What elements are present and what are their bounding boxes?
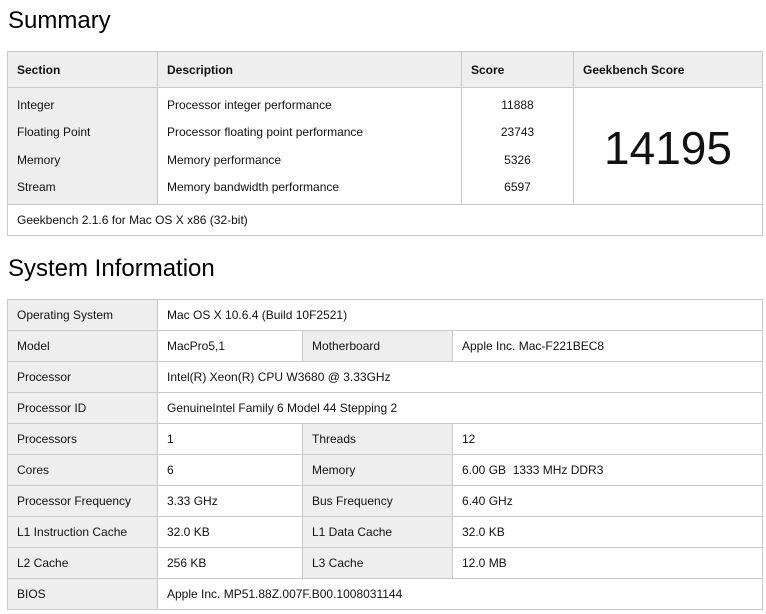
memory-label: Memory <box>302 454 453 486</box>
table-row: Operating System Mac OS X 10.6.4 (Build … <box>7 299 764 331</box>
table-row: Processor ID GenuineIntel Family 6 Model… <box>7 392 764 424</box>
processor-frequency-label: Processor Frequency <box>7 485 158 517</box>
cores-label: Cores <box>7 454 158 486</box>
description-cell: Memory performance <box>157 146 462 174</box>
geekbench-score-value: 14195 <box>573 87 763 205</box>
column-header-section: Section <box>7 51 158 88</box>
l1-instruction-cache-label: L1 Instruction Cache <box>7 516 158 548</box>
l2-cache-label: L2 Cache <box>7 547 158 579</box>
processors-label: Processors <box>7 423 158 455</box>
summary-header-row: Section Description Score Geekbench Scor… <box>7 51 763 88</box>
processor-value: Intel(R) Xeon(R) CPU W3680 @ 3.33GHz <box>156 361 764 393</box>
bus-frequency-value: 6.40 GHz <box>451 485 764 517</box>
operating-system-value: Mac OS X 10.6.4 (Build 10F2521) <box>156 299 764 331</box>
bios-value: Apple Inc. MP51.88Z.007F.B00.1008031144 <box>156 578 764 610</box>
l3-cache-value: 12.0 MB <box>451 547 764 579</box>
column-header-score: Score <box>461 51 574 88</box>
processor-id-label: Processor ID <box>7 392 158 424</box>
threads-value: 12 <box>451 423 764 455</box>
table-row: Model MacPro5,1 Motherboard Apple Inc. M… <box>7 330 764 362</box>
bios-label: BIOS <box>7 578 158 610</box>
processors-value: 1 <box>157 423 303 455</box>
threads-label: Threads <box>302 423 453 455</box>
table-row: BIOS Apple Inc. MP51.88Z.007F.B00.100803… <box>7 578 764 610</box>
bus-frequency-label: Bus Frequency <box>302 485 453 517</box>
section-cell: Stream <box>7 174 158 205</box>
processor-frequency-value: 3.33 GHz <box>157 485 303 517</box>
table-row: Cores 6 Memory 6.00 GB 1333 MHz DDR3 <box>7 454 764 486</box>
geekbench-version: Geekbench 2.1.6 for Mac OS X x86 (32-bit… <box>7 204 763 236</box>
section-cell: Floating Point <box>7 118 158 146</box>
l1-data-cache-label: L1 Data Cache <box>302 516 453 548</box>
score-cell: 5326 <box>461 146 574 174</box>
l1-instruction-cache-value: 32.0 KB <box>157 516 303 548</box>
description-cell: Processor integer performance <box>157 87 462 118</box>
motherboard-label: Motherboard <box>302 330 453 362</box>
table-row: L2 Cache 256 KB L3 Cache 12.0 MB <box>7 547 764 579</box>
summary-heading: Summary <box>8 7 111 34</box>
system-information-heading: System Information <box>8 255 215 282</box>
page: Summary Section Description Score Geekbe… <box>0 0 766 614</box>
model-value: MacPro5,1 <box>157 330 303 362</box>
score-cell: 11888 <box>461 87 574 118</box>
processor-label: Processor <box>7 361 158 393</box>
operating-system-label: Operating System <box>7 299 158 331</box>
processor-id-value: GenuineIntel Family 6 Model 44 Stepping … <box>156 392 764 424</box>
score-cell: 23743 <box>461 118 574 146</box>
column-header-description: Description <box>157 51 462 88</box>
description-cell: Processor floating point performance <box>157 118 462 146</box>
score-cell: 6597 <box>461 174 574 205</box>
section-cell: Memory <box>7 146 158 174</box>
summary-table: Section Description Score Geekbench Scor… <box>7 51 763 236</box>
memory-value: 6.00 GB 1333 MHz DDR3 <box>451 454 764 486</box>
description-cell: Memory bandwidth performance <box>157 174 462 205</box>
system-information-table: Operating System Mac OS X 10.6.4 (Build … <box>7 299 764 610</box>
section-cell: Integer <box>7 87 158 118</box>
l2-cache-value: 256 KB <box>157 547 303 579</box>
model-label: Model <box>7 330 158 362</box>
column-header-geekbench-score: Geekbench Score <box>573 51 763 88</box>
table-row: Integer Processor integer performance 11… <box>7 87 763 205</box>
cores-value: 6 <box>157 454 303 486</box>
table-row: L1 Instruction Cache 32.0 KB L1 Data Cac… <box>7 516 764 548</box>
table-row: Processor Intel(R) Xeon(R) CPU W3680 @ 3… <box>7 361 764 393</box>
summary-footer-row: Geekbench 2.1.6 for Mac OS X x86 (32-bit… <box>7 204 763 236</box>
table-row: Processor Frequency 3.33 GHz Bus Frequen… <box>7 485 764 517</box>
l1-data-cache-value: 32.0 KB <box>451 516 764 548</box>
table-row: Processors 1 Threads 12 <box>7 423 764 455</box>
motherboard-value: Apple Inc. Mac-F221BEC8 <box>451 330 764 362</box>
l3-cache-label: L3 Cache <box>302 547 453 579</box>
